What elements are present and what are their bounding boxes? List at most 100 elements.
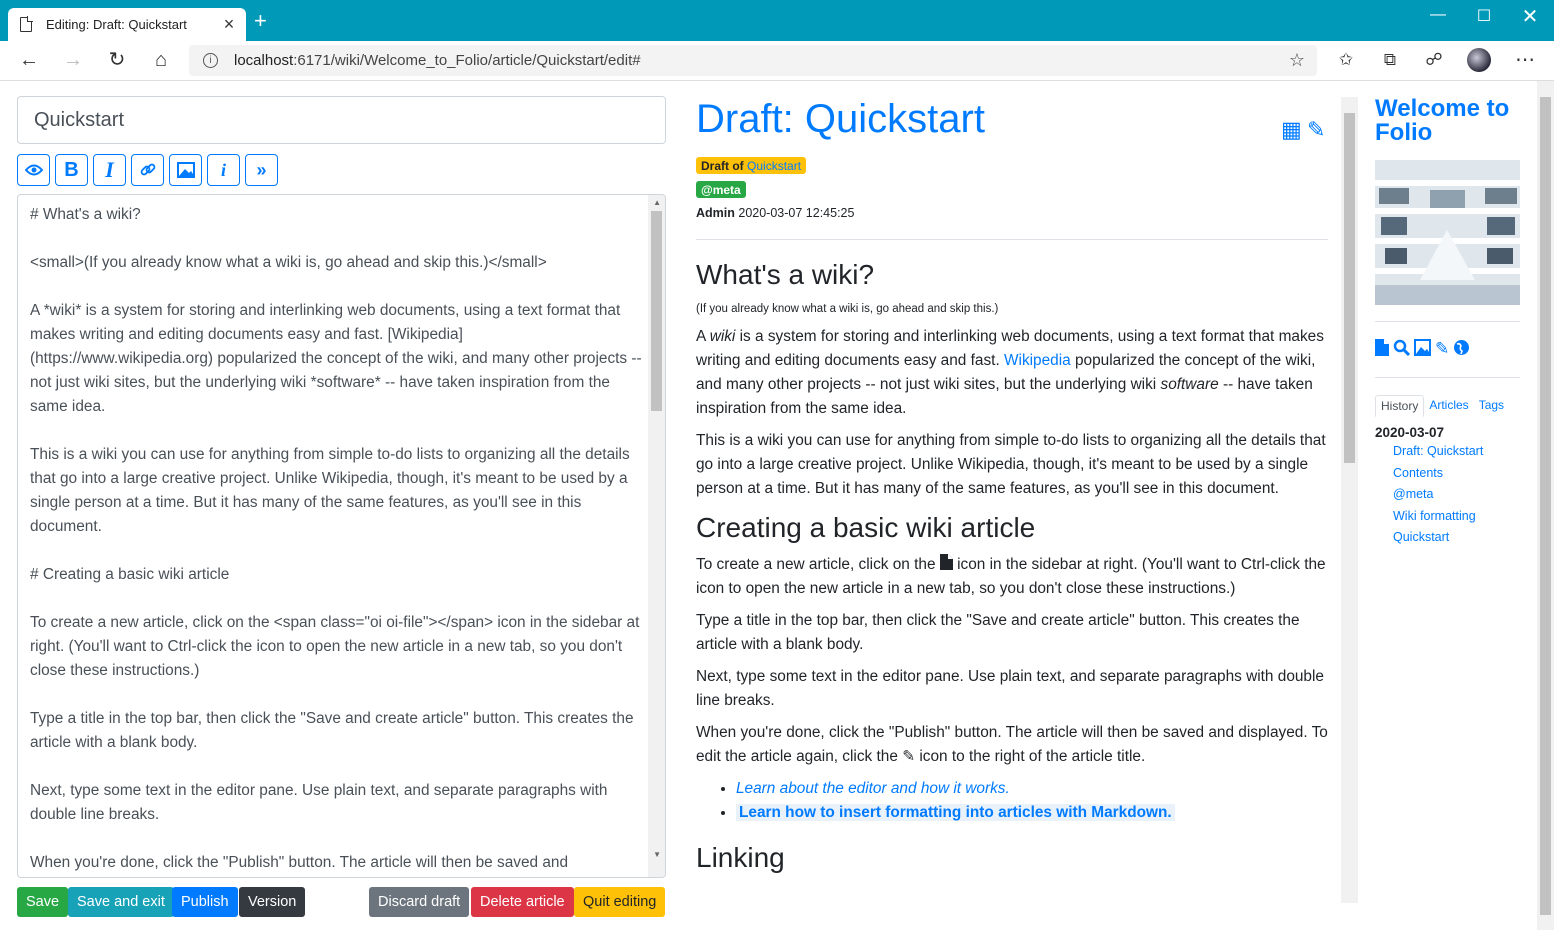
preview-scrollbar[interactable]: [1341, 97, 1358, 903]
wiki-cover-image: [1375, 160, 1520, 305]
table-icon[interactable]: ▦: [1281, 117, 1302, 143]
paragraph: To create a new article, click on the ic…: [696, 554, 1326, 597]
heading-creating-article: Creating a basic wiki article: [696, 512, 1036, 543]
paragraph: This is a wiki you can use for anything …: [696, 432, 1326, 497]
wikipedia-link[interactable]: Wikipedia: [1004, 352, 1071, 369]
page-content: Quickstart B I i » # What's a wiki? <sma…: [0, 81, 1554, 930]
wiki-title[interactable]: Welcome to Folio: [1375, 97, 1525, 145]
editor-help-link[interactable]: Learn about the editor and how it works.: [736, 780, 1010, 797]
more-icon: »: [256, 159, 267, 180]
forward-icon[interactable]: →: [60, 49, 86, 71]
history-item[interactable]: @meta: [1393, 484, 1483, 506]
editor-line: <small>(If you already know what a wiki …: [30, 254, 547, 271]
eye-icon: [24, 164, 43, 176]
history-item[interactable]: Wiki formatting: [1393, 506, 1483, 528]
address-bar[interactable]: i localhost:6171/wiki/Welcome_to_Folio/a…: [189, 45, 1317, 76]
heading-whats-a-wiki: What's a wiki?: [696, 259, 875, 290]
tab-articles[interactable]: Articles: [1424, 395, 1473, 417]
new-article-file-icon[interactable]: [1375, 339, 1389, 361]
timestamp: 2020-03-07 12:45:25: [738, 206, 855, 220]
edit-pencil-icon[interactable]: ✎: [1435, 339, 1449, 361]
scroll-up-icon[interactable]: ▲: [653, 198, 661, 207]
more-button[interactable]: »: [245, 154, 278, 186]
article-body: What's a wiki? (If you already know what…: [696, 256, 1328, 883]
url-host: localhost: [234, 52, 294, 69]
draft-badge: Draft of Quickstart: [696, 157, 807, 174]
editor-line: To create a new article, click on the <s…: [30, 614, 640, 679]
back-icon[interactable]: ←: [16, 49, 42, 71]
browser-tab[interactable]: Editing: Draft: Quickstart ×: [8, 8, 246, 41]
feedback-icon[interactable]: ☍: [1421, 49, 1447, 71]
editor-line: # What's a wiki?: [30, 206, 141, 223]
edit-pencil-icon[interactable]: ✎: [1307, 117, 1325, 143]
page-scroll-thumb[interactable]: [1540, 97, 1551, 915]
page-icon: [20, 16, 33, 32]
preview-button[interactable]: [17, 154, 50, 186]
markdown-editor[interactable]: # What's a wiki? <small>(If you already …: [17, 194, 666, 878]
editor-scrollbar[interactable]: ▲ ▼: [648, 195, 665, 877]
tab-history[interactable]: History: [1375, 395, 1425, 417]
minimize-icon[interactable]: —: [1423, 6, 1453, 24]
save-and-exit-button[interactable]: Save and exit: [68, 887, 174, 917]
sidebar-tabs: History Articles Tags: [1375, 395, 1509, 417]
info-button[interactable]: i: [207, 154, 240, 186]
url-path: :6171/wiki/Welcome_to_Folio/article/Quic…: [293, 52, 641, 69]
delete-article-button[interactable]: Delete article: [471, 887, 574, 917]
home-icon[interactable]: ⌂: [148, 49, 174, 71]
profile-avatar[interactable]: [1467, 48, 1491, 72]
publish-button[interactable]: Publish: [172, 887, 238, 917]
more-menu-icon[interactable]: ⋯: [1512, 49, 1538, 71]
article-title: Draft: Quickstart: [696, 97, 985, 141]
divider: [696, 239, 1328, 240]
history-item[interactable]: Quickstart: [1393, 527, 1483, 549]
markdown-help-link[interactable]: Learn how to insert formatting into arti…: [736, 804, 1175, 821]
editor-line: Next, type some text in the editor pane.…: [30, 782, 608, 823]
favorite-star-icon[interactable]: ☆: [1289, 50, 1305, 71]
editor-text[interactable]: # What's a wiki? <small>(If you already …: [30, 203, 642, 877]
save-button[interactable]: Save: [17, 887, 69, 917]
search-icon[interactable]: [1393, 339, 1411, 361]
refresh-icon[interactable]: ↻: [104, 49, 130, 71]
bold-icon: B: [64, 158, 79, 181]
discard-draft-button[interactable]: Discard draft: [369, 887, 470, 917]
maximize-icon[interactable]: ☐: [1469, 6, 1499, 26]
links-list: Learn about the editor and how it works.…: [696, 777, 1328, 825]
browser-toolbar: ← → ↻ ⌂ i localhost:6171/wiki/Welcome_to…: [0, 41, 1554, 81]
info-icon: i: [220, 159, 226, 180]
page-scrollbar[interactable]: [1537, 81, 1554, 930]
browser-titlebar: Editing: Draft: Quickstart × + — ☐ ✕: [0, 0, 1554, 41]
site-info-icon[interactable]: i: [203, 53, 218, 68]
meta-tag-badge[interactable]: @meta: [696, 181, 746, 198]
favorites-icon[interactable]: ✩: [1333, 49, 1359, 71]
collections-icon[interactable]: ⧉: [1377, 49, 1403, 71]
history-item[interactable]: Contents: [1393, 463, 1483, 485]
list-item: Learn about the editor and how it works.: [736, 777, 1328, 801]
close-tab-icon[interactable]: ×: [220, 14, 238, 35]
image-icon: [176, 162, 195, 178]
paragraph: A wiki is a system for storing and inter…: [696, 328, 1324, 417]
close-window-icon[interactable]: ✕: [1515, 4, 1545, 29]
media-image-icon[interactable]: [1414, 339, 1431, 361]
draft-source-link[interactable]: Quickstart: [747, 159, 801, 173]
preview-scroll-thumb[interactable]: [1344, 113, 1355, 463]
italic-button[interactable]: I: [93, 154, 126, 186]
editor-line: This is a wiki you can use for anything …: [30, 446, 630, 535]
draft-badge-label: Draft of: [701, 158, 744, 173]
article-title-input[interactable]: Quickstart: [17, 96, 666, 144]
paragraph: Type a title in the top bar, then click …: [696, 612, 1300, 653]
history-date: 2020-03-07: [1375, 425, 1445, 440]
link-button[interactable]: [131, 154, 164, 186]
history-item[interactable]: Draft: Quickstart: [1393, 441, 1483, 463]
version-button[interactable]: Version: [239, 887, 306, 917]
tab-tags[interactable]: Tags: [1474, 395, 1509, 417]
scroll-down-icon[interactable]: ▼: [653, 850, 661, 859]
tab-title: Editing: Draft: Quickstart: [46, 17, 187, 32]
image-button[interactable]: [169, 154, 202, 186]
new-tab-icon[interactable]: +: [254, 10, 267, 32]
globe-icon[interactable]: [1453, 339, 1470, 361]
quit-editing-button[interactable]: Quit editing: [574, 887, 666, 917]
editor-line: When you're done, click the "Publish" bu…: [30, 854, 569, 871]
bold-button[interactable]: B: [55, 154, 88, 186]
editor-scroll-thumb[interactable]: [651, 211, 662, 411]
italic-icon: I: [105, 157, 114, 182]
